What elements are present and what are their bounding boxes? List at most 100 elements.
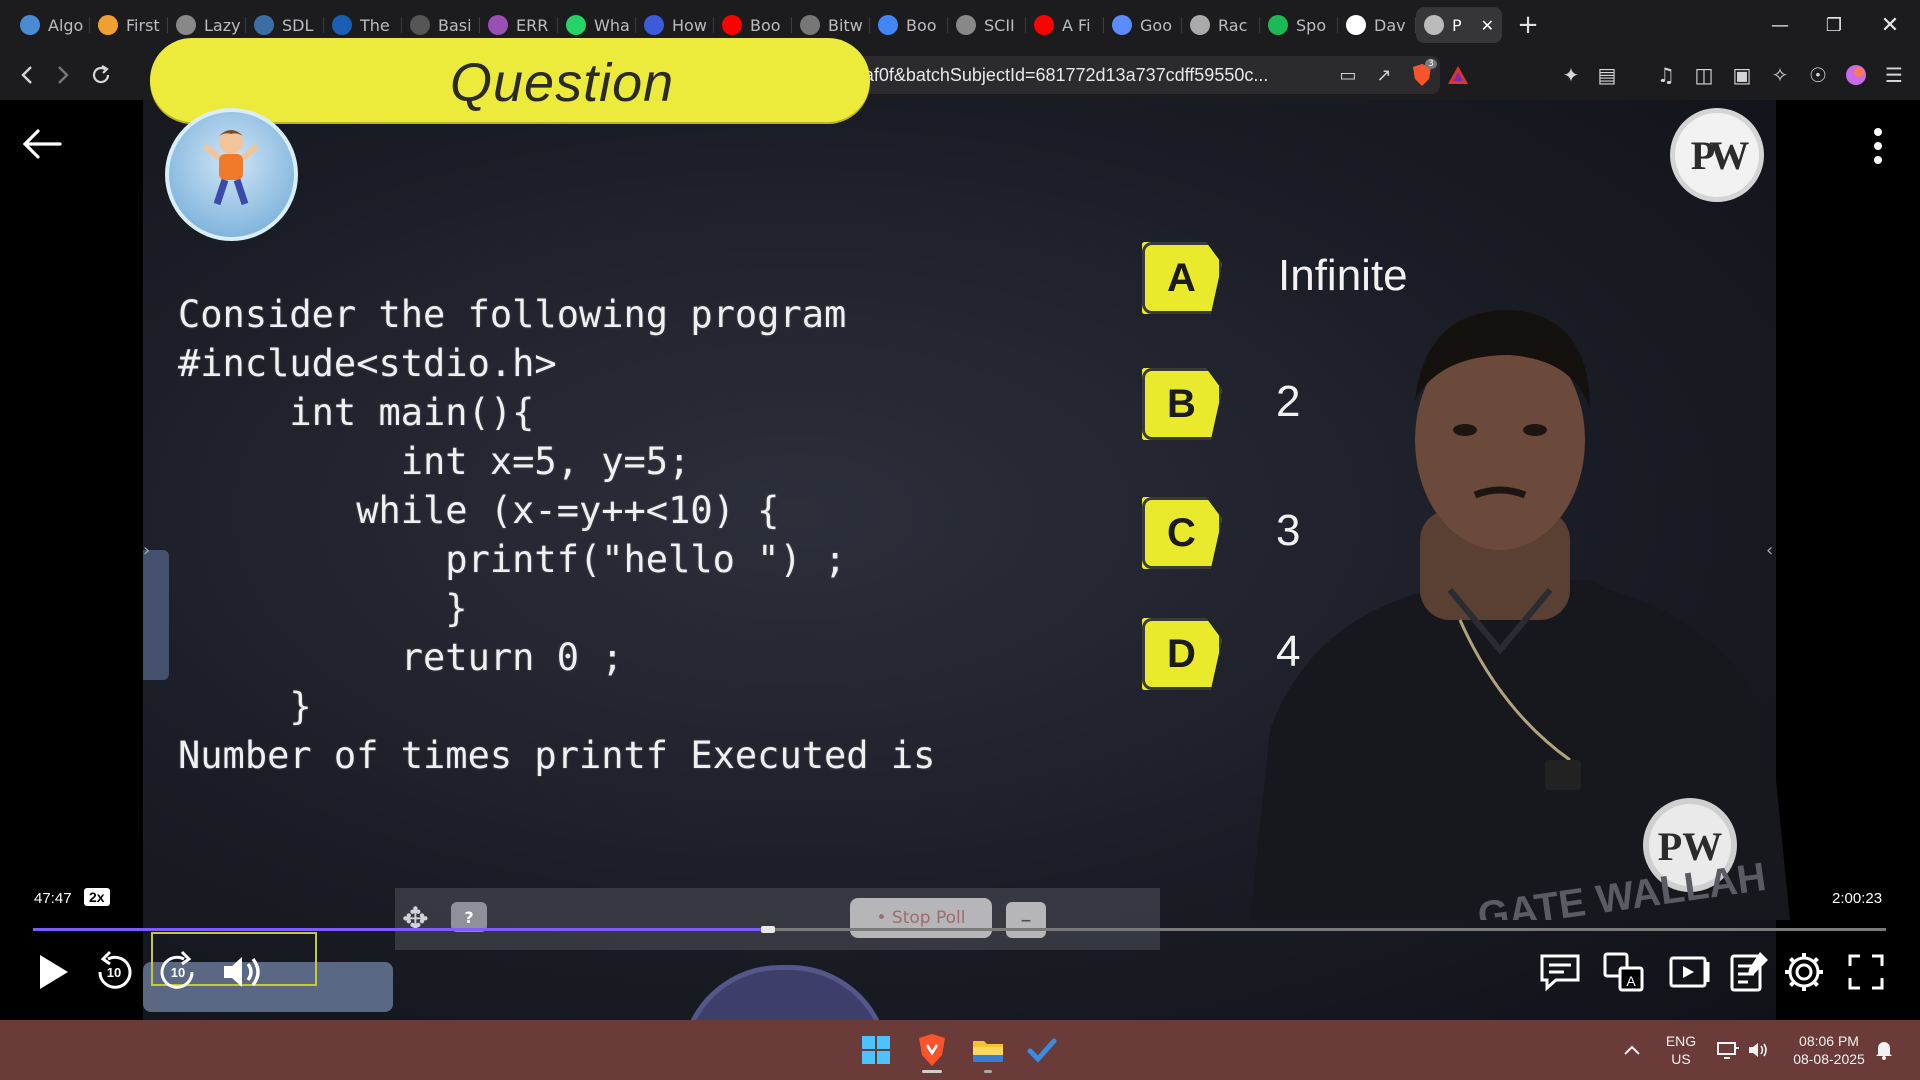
poll-minimize-button[interactable]: – [1006, 902, 1046, 938]
youtube-icon [1034, 15, 1054, 35]
language-indicator[interactable]: ENG US [1664, 1032, 1698, 1068]
settings-button[interactable] [1780, 948, 1828, 996]
globe-icon [176, 15, 196, 35]
reload-button[interactable] [84, 58, 118, 92]
seek-bar[interactable] [33, 926, 1886, 933]
move-handle-icon[interactable]: ✥ [402, 900, 429, 938]
browser-tab[interactable]: Algo [12, 7, 90, 43]
duration: 2:00:23 [1832, 890, 1883, 907]
rewind-10-button[interactable]: 10 [90, 948, 138, 996]
speaker-icon [1424, 15, 1444, 35]
close-tab-icon[interactable]: ✕ [1481, 16, 1494, 35]
gear-icon [1785, 953, 1823, 991]
clock[interactable]: 08:06 PM 08-08-2025 [1782, 1032, 1876, 1068]
share-icon[interactable]: ↗ [1370, 61, 1398, 89]
forward-button[interactable] [46, 58, 80, 92]
right-chevron-icon[interactable]: ‹ [1766, 540, 1773, 561]
vpn-icon[interactable]: ☉ [1804, 61, 1832, 89]
bolt-icon [98, 15, 118, 35]
more-options-icon[interactable] [1868, 126, 1888, 166]
notes-button[interactable] [1724, 948, 1772, 996]
play-button[interactable] [28, 948, 76, 996]
chat-icon [1540, 954, 1580, 992]
stop-poll-button[interactable]: • Stop Poll [850, 898, 992, 938]
left-side-drawer-handle[interactable] [143, 550, 169, 680]
brave-shields-icon[interactable]: 3 [1408, 59, 1437, 89]
browser-tab[interactable]: P ✕ [1416, 7, 1502, 43]
forward-10-button[interactable]: 10 [154, 948, 202, 996]
pw-logo: PW [1670, 108, 1764, 202]
globe-icon [956, 15, 976, 35]
tab-title: Basi [438, 15, 472, 35]
code-line: Consider the following program [178, 293, 847, 336]
option-badge-d: D [1142, 618, 1222, 690]
code-line: while (x-=y++<10) { [178, 489, 780, 532]
code-line: int x=5, y=5; [178, 440, 691, 483]
fullscreen-icon [1848, 954, 1884, 990]
seek-bar-thumb[interactable] [761, 926, 776, 933]
cast-icon[interactable]: ▭ [1334, 61, 1362, 89]
tab-title: SCII [984, 15, 1015, 35]
fullscreen-button[interactable] [1842, 948, 1890, 996]
new-tab-button[interactable]: + [1508, 10, 1548, 40]
checkmark-icon [1027, 1038, 1057, 1063]
playback-speed-badge[interactable]: 2x [84, 888, 110, 906]
chat-button[interactable] [1536, 948, 1584, 996]
page-icon [410, 15, 430, 35]
start-button[interactable] [856, 1030, 896, 1070]
picture-in-picture-button[interactable] [1666, 948, 1714, 996]
notification-bell-icon[interactable] [1864, 1030, 1904, 1070]
browser-tab[interactable]: Goo [1104, 7, 1182, 43]
menu-icon[interactable]: ☰ [1880, 61, 1908, 89]
tab-title: How [672, 15, 707, 35]
tab-title: Boo [750, 15, 781, 35]
browser-tab[interactable]: Rac [1182, 7, 1260, 43]
wallet-icon[interactable]: ▣ [1728, 61, 1756, 89]
left-chevron-icon[interactable]: › [143, 540, 150, 561]
close-window-button[interactable]: ✕ [1862, 0, 1918, 50]
restore-window-button[interactable]: ❐ [1806, 0, 1862, 50]
music-icon[interactable]: ♫ [1652, 61, 1680, 89]
windows-logo-icon [862, 1036, 890, 1064]
translate-button[interactable]: A [1600, 948, 1648, 996]
browser-tab[interactable]: Dav [1338, 7, 1416, 43]
tab-title: ERR [516, 15, 549, 35]
profile-icon[interactable] [1842, 61, 1870, 89]
tab-title: Lazy [204, 15, 241, 35]
code-icon [800, 15, 820, 35]
extensions-icon[interactable]: ✦ [1557, 61, 1585, 89]
seek-bar-progress [33, 928, 769, 931]
brave-browser-icon [919, 1034, 945, 1066]
option-badge-a: A [1142, 242, 1222, 314]
option-badge-c: C [1142, 497, 1222, 569]
svg-text:A: A [1626, 973, 1636, 989]
tab-title: First [126, 15, 160, 35]
windows-taskbar: ENG US 08:06 PM 08-08-2025 [0, 1020, 1920, 1080]
browser-tab[interactable]: Boo [870, 7, 948, 43]
taskbar-todo[interactable] [1022, 1030, 1062, 1070]
tab-title: Boo [906, 15, 937, 35]
sidebar-icon[interactable]: ◫ [1690, 61, 1718, 89]
back-button[interactable] [10, 58, 44, 92]
browser-tab[interactable]: A Fi [1026, 7, 1104, 43]
taskbar-file-explorer[interactable] [968, 1030, 1008, 1073]
volume-tray-icon[interactable] [1738, 1030, 1778, 1070]
tab-title: Rac [1218, 15, 1248, 35]
brave-rewards-icon[interactable] [1444, 61, 1472, 89]
minimize-window-button[interactable]: — [1752, 0, 1808, 50]
reload-icon [92, 65, 110, 84]
tab-title: Goo [1140, 15, 1172, 35]
tray-overflow-button[interactable] [1612, 1030, 1652, 1070]
leo-ai-icon[interactable]: ✧ [1766, 61, 1794, 89]
browser-tab[interactable]: First [90, 7, 168, 43]
reader-mode-icon[interactable]: ▤ [1593, 61, 1621, 89]
keyboard-region: US [1671, 1051, 1691, 1067]
spotify-icon [1268, 15, 1288, 35]
browser-tab[interactable]: SCII [948, 7, 1026, 43]
browser-tab[interactable]: Spo [1260, 7, 1338, 43]
clock-time: 08:06 PM [1799, 1033, 1859, 1049]
back-arrow-icon[interactable] [20, 122, 64, 166]
taskbar-brave[interactable] [912, 1030, 952, 1073]
openai-icon [1190, 15, 1210, 35]
volume-button[interactable] [218, 948, 266, 996]
